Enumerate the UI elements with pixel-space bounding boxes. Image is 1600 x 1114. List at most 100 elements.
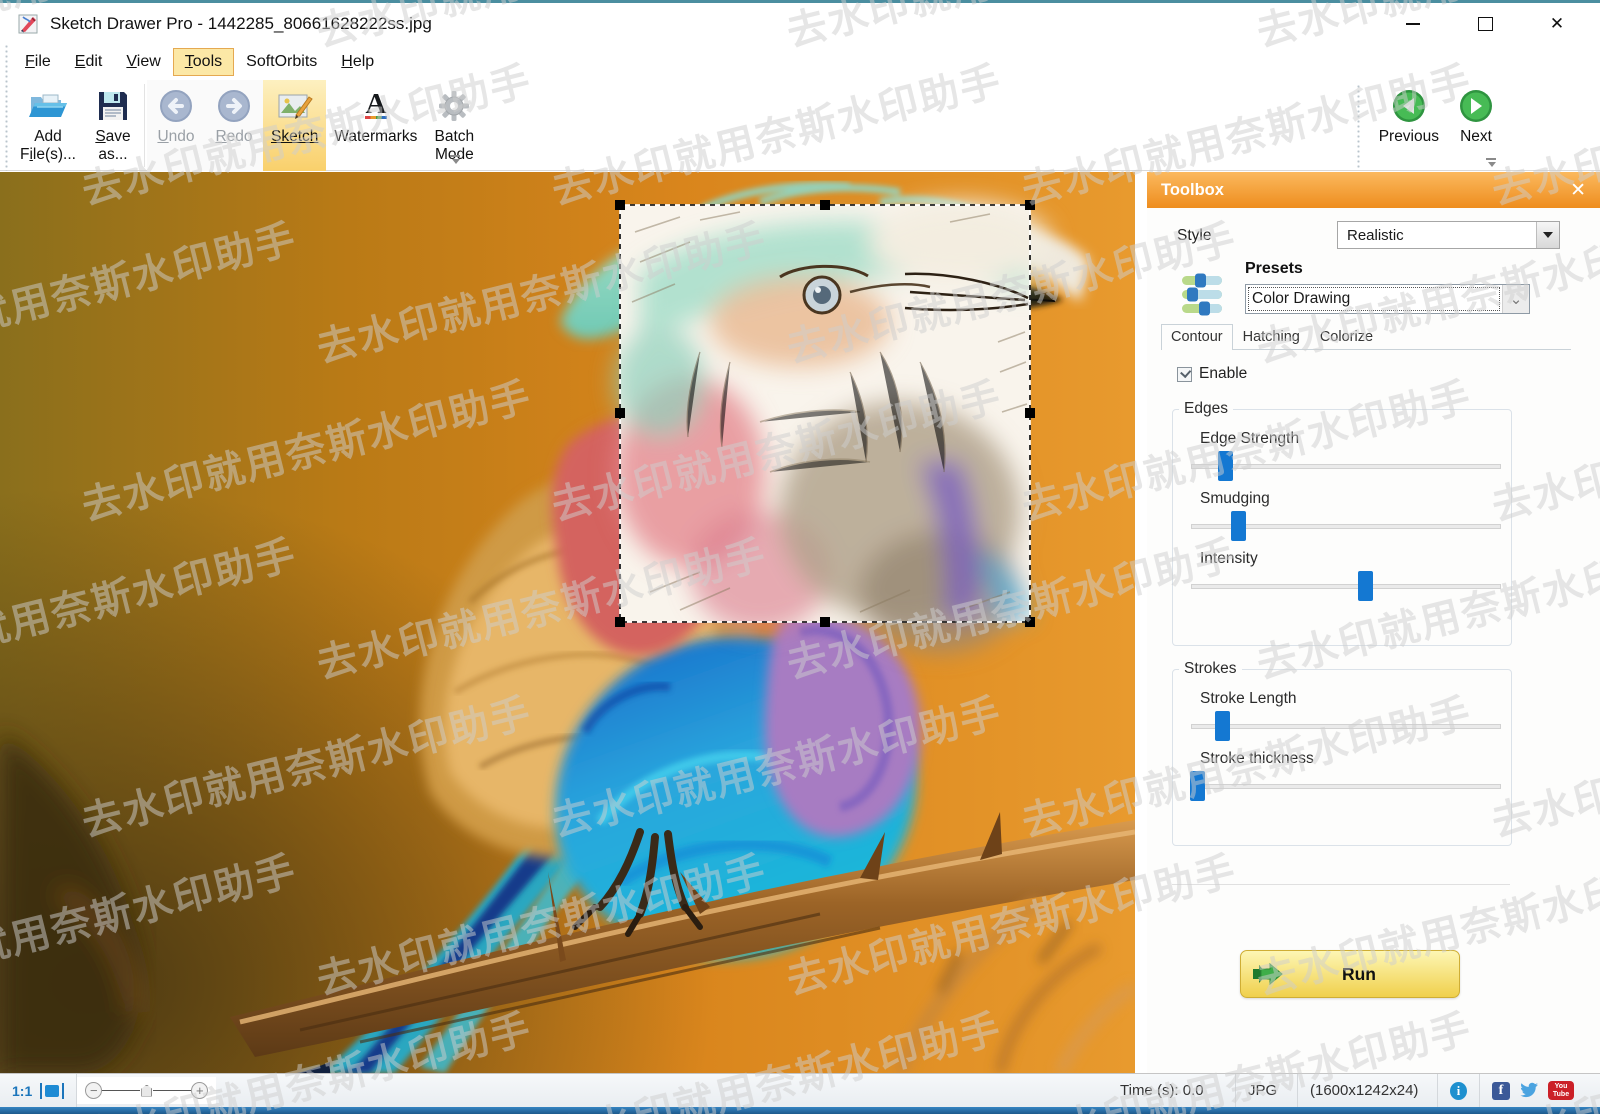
toolbar-overflow-chevron-icon[interactable]: [449, 155, 462, 164]
minimize-icon: [1406, 23, 1420, 25]
minimize-button[interactable]: [1398, 9, 1428, 39]
facebook-icon[interactable]: f: [1492, 1082, 1510, 1100]
presets-value: Color Drawing: [1246, 285, 1502, 313]
undo-button[interactable]: Undo: [147, 80, 205, 171]
previous-button[interactable]: Previous: [1371, 80, 1447, 171]
slider-track[interactable]: [1191, 464, 1501, 469]
sketch-button[interactable]: Sketch: [263, 80, 326, 171]
menubar: FileEditViewToolsSoftOrbitsHelp: [0, 44, 1600, 80]
presets-dropdown-chevron-icon[interactable]: ⌄: [1502, 285, 1529, 313]
zoom-out-button[interactable]: −: [85, 1082, 102, 1099]
next-arrow-icon: [1457, 86, 1495, 126]
presets-sliders-icon: [1180, 270, 1226, 318]
close-icon: ✕: [1550, 14, 1564, 34]
menu-item-edit[interactable]: Edit: [64, 49, 114, 75]
slider-edge-strength[interactable]: [1191, 450, 1501, 482]
dimensions-cell: (1600x1242x24): [1298, 1074, 1438, 1107]
tab-colorize[interactable]: Colorize: [1310, 324, 1383, 349]
slider-track[interactable]: [1191, 724, 1501, 729]
toolbox-panel: Toolbox ✕ Style Realistic Prese: [1147, 172, 1600, 1073]
run-arrow-icon: [1251, 961, 1285, 987]
slider-label: Intensity: [1200, 550, 1511, 568]
slider-stroke-length[interactable]: [1191, 710, 1501, 742]
run-button[interactable]: Run: [1240, 950, 1460, 998]
zoom-in-button[interactable]: +: [191, 1082, 208, 1099]
style-value: Realistic: [1338, 227, 1536, 244]
format-cell: JPG: [1236, 1074, 1298, 1107]
titlebar: Sketch Drawer Pro - 1442285_80661628222s…: [0, 3, 1600, 44]
slider-label: Stroke Length: [1200, 690, 1511, 708]
menu-item-view[interactable]: View: [115, 49, 171, 75]
info-cell: i: [1438, 1074, 1480, 1107]
zoom-slider-handle[interactable]: [141, 1085, 152, 1097]
slider-label: Stroke thickness: [1200, 750, 1511, 768]
twitter-icon[interactable]: [1519, 1082, 1539, 1099]
open-folder-icon: [27, 86, 69, 126]
nav-overflow-chevron-icon[interactable]: [1485, 158, 1498, 167]
run-label: Run: [1285, 964, 1433, 985]
slider-intensity[interactable]: [1191, 570, 1501, 602]
toolbar-grip[interactable]: [5, 44, 8, 171]
style-dropdown-arrow-icon[interactable]: [1536, 222, 1559, 248]
panel-separator: [1172, 884, 1510, 885]
gear-icon: [436, 86, 472, 126]
redo-button[interactable]: Redo: [205, 80, 263, 171]
sketch-preview-region: [615, 202, 1050, 652]
menu-item-softorbits[interactable]: SoftOrbits: [235, 49, 328, 75]
toolbar-separator: [144, 84, 145, 167]
presets-combobox[interactable]: Color Drawing ⌄: [1245, 284, 1530, 314]
app-icon: [18, 13, 40, 35]
group-edges: EdgesEdge StrengthSmudgingIntensity: [1172, 400, 1512, 646]
svg-text:A: A: [365, 88, 386, 120]
window-bottom-border: [0, 1107, 1600, 1114]
menu-item-tools[interactable]: Tools: [174, 49, 233, 75]
slider-track[interactable]: [1191, 784, 1501, 789]
toolbar: AddFile(s)... Saveas...: [0, 80, 1600, 171]
menu-item-file[interactable]: File: [14, 49, 62, 75]
slider-track[interactable]: [1191, 584, 1501, 589]
youtube-icon[interactable]: YouTube: [1548, 1081, 1574, 1100]
slider-thumb[interactable]: [1215, 711, 1230, 741]
tab-contour[interactable]: Contour: [1161, 324, 1233, 350]
right-panel: Toolbox ✕ Style Realistic Prese: [1135, 172, 1600, 1073]
window-title: Sketch Drawer Pro - 1442285_80661628222s…: [50, 14, 432, 34]
slider-label: Smudging: [1200, 490, 1511, 508]
watermarks-button[interactable]: A Watermarks: [326, 80, 425, 171]
style-dropdown[interactable]: Realistic: [1337, 221, 1560, 249]
enable-label: Enable: [1199, 365, 1247, 383]
undo-icon: [158, 86, 194, 126]
toolbox-header: Toolbox ✕: [1147, 172, 1600, 208]
toolbox-tabs: ContourHatchingColorize: [1161, 324, 1571, 350]
slider-stroke-thickness[interactable]: [1191, 770, 1501, 802]
menu-item-help[interactable]: Help: [330, 49, 385, 75]
slider-thumb[interactable]: [1358, 571, 1373, 601]
enable-checkbox[interactable]: [1177, 367, 1192, 382]
statusbar: 1:1 − + Time (s): 0.0 JPG (1600x1242x24)…: [0, 1073, 1600, 1107]
sketch-icon: [276, 86, 314, 126]
group-title: Strokes: [1179, 660, 1242, 678]
tab-hatching[interactable]: Hatching: [1233, 324, 1310, 349]
maximize-button[interactable]: [1470, 9, 1500, 39]
toolbox-close-icon[interactable]: ✕: [1570, 181, 1586, 200]
slider-thumb[interactable]: [1190, 771, 1205, 801]
slider-thumb[interactable]: [1231, 511, 1246, 541]
time-cell: Time (s): 0.0: [1108, 1074, 1236, 1107]
previous-arrow-icon: [1390, 86, 1428, 126]
info-icon[interactable]: i: [1450, 1082, 1467, 1100]
zoom-ratio[interactable]: 1:1: [12, 1083, 32, 1099]
enable-checkbox-row[interactable]: Enable: [1177, 365, 1247, 383]
fit-to-screen-icon[interactable]: [40, 1083, 64, 1099]
slider-smudging[interactable]: [1191, 510, 1501, 542]
slider-thumb[interactable]: [1218, 451, 1233, 481]
close-button[interactable]: ✕: [1542, 9, 1572, 39]
slider-label: Edge Strength: [1200, 430, 1511, 448]
style-label: Style: [1177, 227, 1211, 245]
group-strokes: Strokes Stroke Length Stroke thickness: [1172, 660, 1512, 846]
toolbox-title: Toolbox: [1161, 181, 1570, 200]
add-files-button[interactable]: AddFile(s)...: [12, 80, 84, 171]
bird-photo: [0, 172, 1135, 1073]
save-as-button[interactable]: Saveas...: [84, 80, 142, 171]
zoom-slider: − +: [77, 1077, 216, 1104]
presets-label: Presets: [1245, 260, 1303, 278]
photo-canvas: [0, 172, 1135, 1073]
